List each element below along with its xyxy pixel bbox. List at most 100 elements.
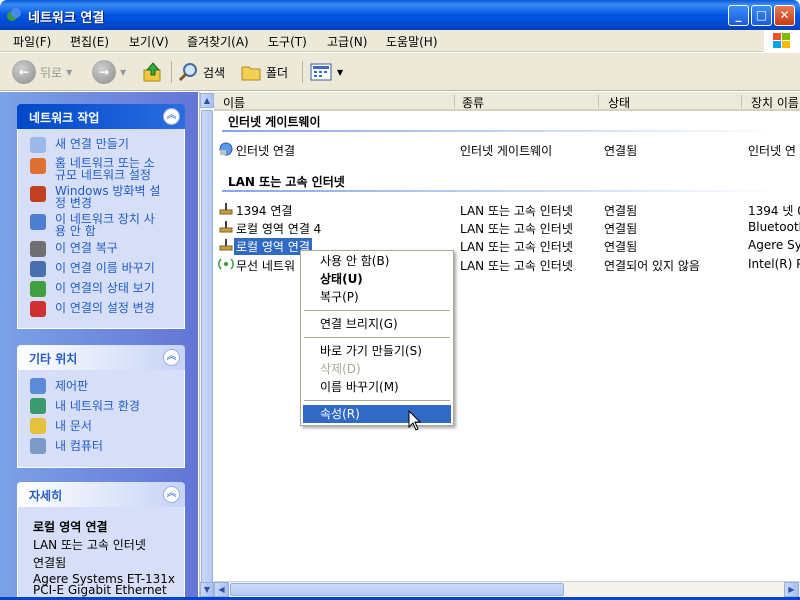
forward-arrow-icon: → bbox=[92, 60, 116, 84]
mouse-cursor-icon bbox=[408, 410, 422, 431]
disable-device-icon bbox=[30, 214, 46, 230]
menu-favorites[interactable]: 즐겨찾기(A) bbox=[187, 33, 249, 50]
task-repair[interactable]: 이 연결 복구 bbox=[55, 242, 118, 254]
details-panel: 로컬 영역 연결 LAN 또는 고속 인터넷 연결됨 Agere Systems… bbox=[17, 507, 185, 600]
link-my-documents[interactable]: 내 문서 bbox=[55, 420, 92, 432]
forward-button[interactable]: → ▼ bbox=[92, 59, 126, 85]
folders-icon bbox=[241, 66, 261, 81]
collapse-icon[interactable]: ︽ bbox=[163, 486, 180, 503]
menu-item-properties[interactable]: 속성(R) bbox=[303, 405, 451, 423]
collapse-icon[interactable]: ︽ bbox=[163, 108, 180, 125]
up-folder-icon bbox=[143, 62, 161, 82]
scroll-thumb[interactable] bbox=[201, 110, 213, 598]
task-new-connection[interactable]: 새 연결 만들기 bbox=[55, 138, 129, 150]
up-button[interactable] bbox=[142, 59, 164, 85]
task-view-status[interactable]: 이 연결의 상태 보기 bbox=[55, 282, 155, 294]
scroll-right-button[interactable]: ▶ bbox=[784, 582, 799, 597]
task-home-network[interactable]: 홈 네트워크 또는 소 규모 네트워크 설정 bbox=[55, 157, 155, 181]
menu-edit[interactable]: 편집(E) bbox=[70, 33, 109, 50]
maximize-button[interactable]: □ bbox=[751, 5, 772, 26]
link-my-network[interactable]: 내 네트워크 환경 bbox=[55, 400, 140, 412]
my-documents-icon bbox=[30, 418, 46, 434]
group-title: LAN 또는 고속 인터넷 bbox=[228, 175, 345, 189]
column-type[interactable]: 종류 bbox=[462, 94, 484, 111]
horizontal-scroll-thumb[interactable] bbox=[230, 583, 564, 596]
menu-item-bridge[interactable]: 연결 브리지(G) bbox=[303, 315, 451, 333]
task-rename[interactable]: 이 연결 이름 바꾸기 bbox=[55, 262, 155, 274]
menu-bar: 파일(F) 편집(E) 보기(V) 즐겨찾기(A) 도구(T) 고급(N) 도움… bbox=[0, 30, 800, 52]
column-device[interactable]: 장치 이름 bbox=[751, 94, 799, 111]
task-change-settings[interactable]: 이 연결의 설정 변경 bbox=[55, 302, 155, 314]
rename-icon bbox=[30, 261, 46, 277]
menu-view[interactable]: 보기(V) bbox=[129, 33, 169, 50]
other-places-header[interactable]: 기타 위치 ︽ bbox=[17, 345, 185, 370]
search-button[interactable]: 검색 bbox=[177, 59, 225, 85]
column-header: 이름 종류 상태 장치 이름 bbox=[214, 92, 800, 111]
menu-item-disable[interactable]: 사용 안 함(B) bbox=[303, 252, 451, 270]
views-button[interactable]: ▼ bbox=[309, 59, 343, 85]
internet-gateway-icon bbox=[219, 142, 233, 156]
scroll-up-button[interactable]: ▲ bbox=[200, 93, 214, 108]
firewall-icon bbox=[30, 186, 46, 202]
link-control-panel[interactable]: 제어판 bbox=[55, 380, 88, 392]
list-item[interactable]: 인터넷 연결 인터넷 게이트웨이 연결됨 인터넷 연 bbox=[218, 141, 800, 158]
details-header[interactable]: 자세히 ︽ bbox=[17, 482, 185, 507]
menu-file[interactable]: 파일(F) bbox=[13, 33, 51, 50]
menu-separator bbox=[304, 337, 450, 338]
settings-icon bbox=[30, 301, 46, 317]
windows-logo bbox=[764, 30, 800, 52]
search-icon bbox=[178, 63, 197, 82]
new-connection-icon bbox=[30, 137, 46, 153]
my-network-icon bbox=[30, 398, 46, 414]
detail-type: LAN 또는 고속 인터넷 bbox=[33, 538, 146, 552]
group-title: 인터넷 게이트웨이 bbox=[228, 115, 321, 129]
my-computer-icon bbox=[30, 438, 46, 454]
repair-icon bbox=[30, 241, 46, 257]
lan-connection-icon bbox=[219, 203, 233, 215]
menu-item-rename[interactable]: 이름 바꾸기(M) bbox=[303, 378, 451, 396]
detail-status: 연결됨 bbox=[33, 556, 67, 570]
scroll-down-button[interactable]: ▼ bbox=[200, 582, 214, 597]
minimize-button[interactable]: _ bbox=[728, 5, 749, 26]
folders-button[interactable]: 폴더 bbox=[240, 59, 288, 85]
close-button[interactable]: ✕ bbox=[774, 5, 795, 26]
task-disable-device[interactable]: 이 네트워크 장치 사 용 안 함 bbox=[55, 213, 155, 237]
menu-item-status[interactable]: 상태(U) bbox=[303, 270, 451, 288]
list-item[interactable]: 로컬 영역 연결 4 LAN 또는 고속 인터넷 연결됨 Bluetooth bbox=[218, 219, 800, 236]
home-network-icon bbox=[30, 158, 46, 174]
menu-item-delete[interactable]: 삭제(D) bbox=[303, 360, 451, 378]
window-title: 네트워크 연결 bbox=[28, 11, 105, 26]
menu-help[interactable]: 도움말(H) bbox=[386, 33, 438, 50]
menu-separator bbox=[304, 310, 450, 311]
lan-connection-icon bbox=[219, 221, 233, 233]
network-tasks-header[interactable]: 네트워크 작업 ︽ bbox=[17, 104, 185, 129]
menu-tools[interactable]: 도구(T) bbox=[268, 33, 307, 50]
scroll-left-button[interactable]: ◀ bbox=[214, 582, 229, 597]
menu-item-repair[interactable]: 복구(P) bbox=[303, 288, 451, 306]
back-arrow-icon: ← bbox=[12, 60, 36, 84]
column-name[interactable]: 이름 bbox=[223, 94, 245, 111]
link-my-computer[interactable]: 내 컴퓨터 bbox=[55, 440, 103, 452]
task-pane-scrollbar[interactable]: ▲ ▼ bbox=[199, 92, 214, 600]
network-tasks-panel: 새 연결 만들기 홈 네트워크 또는 소 규모 네트워크 설정 Windows … bbox=[17, 129, 185, 329]
back-button[interactable]: ← 뒤로 ▼ bbox=[12, 59, 72, 85]
collapse-icon[interactable]: ︽ bbox=[163, 349, 180, 366]
group-divider bbox=[222, 130, 782, 132]
column-status[interactable]: 상태 bbox=[608, 94, 630, 111]
views-icon bbox=[310, 63, 332, 81]
task-firewall[interactable]: Windows 방화벽 설 정 변경 bbox=[55, 185, 160, 209]
context-menu: 사용 안 함(B) 상태(U) 복구(P) 연결 브리지(G) 바로 가기 만들… bbox=[300, 250, 454, 426]
detail-name: 로컬 영역 연결 bbox=[33, 520, 108, 534]
lan-connection-icon bbox=[219, 239, 233, 251]
menu-item-shortcut[interactable]: 바로 가기 만들기(S) bbox=[303, 342, 451, 360]
list-item[interactable]: 1394 연결 LAN 또는 고속 인터넷 연결됨 1394 넷 0 bbox=[218, 201, 800, 218]
detail-device: Agere Systems ET-131x PCI-E Gigabit Ethe… bbox=[33, 572, 176, 597]
title-bar[interactable]: 네트워크 연결 _ □ ✕ bbox=[0, 0, 800, 30]
control-panel-icon bbox=[30, 378, 46, 394]
menu-advanced[interactable]: 고급(N) bbox=[327, 33, 367, 50]
task-pane: 네트워크 작업 ︽ 새 연결 만들기 홈 네트워크 또는 소 규모 네트워크 설… bbox=[0, 92, 198, 600]
horizontal-scrollbar[interactable]: ◀ ▶ bbox=[214, 581, 800, 597]
menu-separator bbox=[304, 400, 450, 401]
status-icon bbox=[30, 281, 46, 297]
group-divider bbox=[222, 190, 782, 192]
